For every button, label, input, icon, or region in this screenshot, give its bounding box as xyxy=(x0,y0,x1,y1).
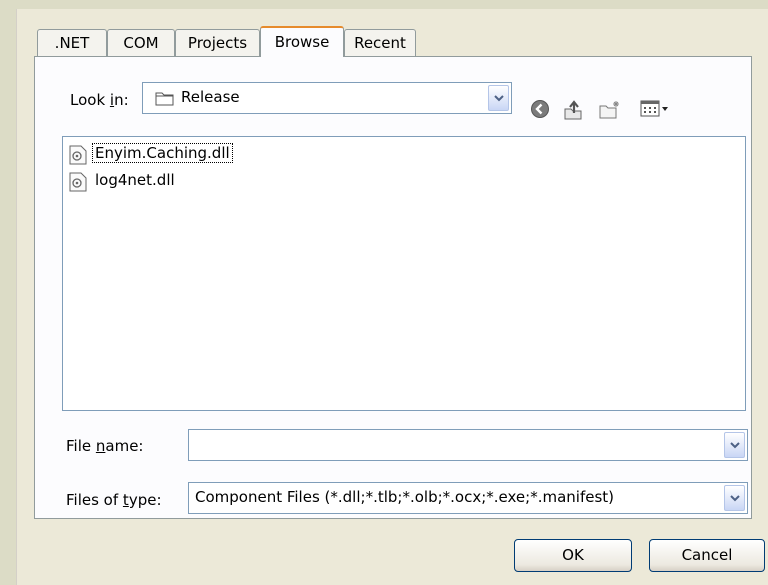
new-folder-icon[interactable] xyxy=(598,99,622,121)
up-folder-icon[interactable] xyxy=(562,99,584,121)
tab-dotnet[interactable]: .NET xyxy=(37,29,107,56)
files-of-type-value: Component Files (*.dll;*.tlb;*.olb;*.ocx… xyxy=(195,488,615,506)
tab-projects[interactable]: Projects xyxy=(175,29,260,56)
file-name-input[interactable] xyxy=(188,429,748,461)
chevron-down-icon xyxy=(494,95,504,102)
files-of-type-label: Files of type: xyxy=(66,491,162,509)
add-reference-dialog: .NET COM Projects Browse Recent Look in:… xyxy=(16,9,768,585)
folder-icon xyxy=(155,92,174,106)
tab-browse[interactable]: Browse xyxy=(260,26,344,57)
dll-file-icon xyxy=(69,145,87,165)
look-in-label: Look in: xyxy=(70,91,129,109)
back-icon[interactable] xyxy=(530,99,550,119)
file-name: Enyim.Caching.dll xyxy=(92,143,233,163)
file-list[interactable]: Enyim.Caching.dll log4net.dll xyxy=(62,136,746,411)
file-name: log4net.dll xyxy=(95,171,175,189)
look-in-value: Release xyxy=(181,88,240,106)
files-of-type-select[interactable]: Component Files (*.dll;*.tlb;*.olb;*.ocx… xyxy=(188,482,748,514)
files-of-type-dropdown-button[interactable] xyxy=(724,485,745,511)
tab-com[interactable]: COM xyxy=(107,29,175,56)
look-in-dropdown-button[interactable] xyxy=(488,85,509,111)
cancel-button[interactable]: Cancel xyxy=(649,539,765,572)
dll-file-icon xyxy=(69,172,87,192)
browse-panel: Look in: Release Enyim.Caching.dll log4n… xyxy=(34,56,752,519)
chevron-down-icon xyxy=(730,442,740,449)
ok-button[interactable]: OK xyxy=(514,539,632,572)
file-name-dropdown-button[interactable] xyxy=(724,432,745,458)
chevron-down-icon xyxy=(730,495,740,502)
file-name-label: File name: xyxy=(66,437,144,455)
tab-recent[interactable]: Recent xyxy=(344,29,416,56)
look-in-combo[interactable]: Release xyxy=(142,82,512,114)
views-menu-icon[interactable] xyxy=(640,99,670,119)
